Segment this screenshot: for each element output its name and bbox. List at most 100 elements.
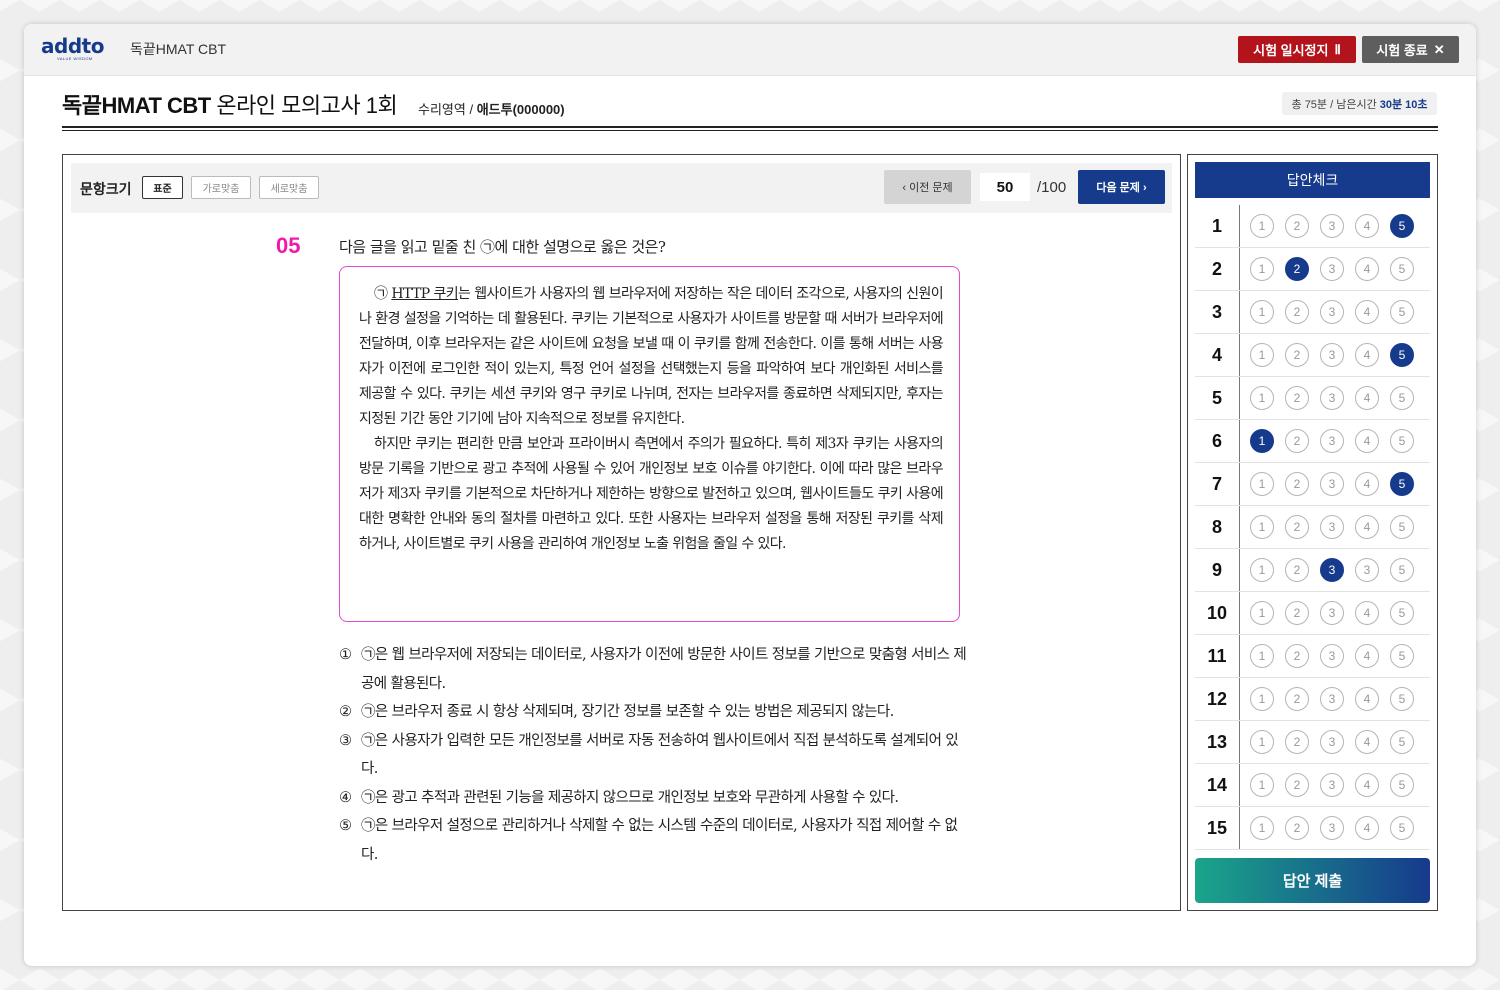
answer-option-bubble[interactable]: 1 [1250, 214, 1274, 238]
answer-option-bubble[interactable]: 1 [1250, 773, 1274, 797]
answer-option-bubble[interactable]: 3 [1320, 515, 1344, 539]
answer-option-bubble[interactable]: 2 [1285, 816, 1309, 840]
next-question-label: 다음 문제 [1096, 182, 1140, 194]
answer-option-bubble[interactable]: 1 [1250, 472, 1274, 496]
choice-item[interactable]: ⑤ ㉠은 브라우저 설정으로 관리하거나 삭제할 수 없는 시스템 수준의 데이터… [339, 812, 969, 869]
answer-option-bubble[interactable]: 1 [1250, 386, 1274, 410]
answer-row-number: 14 [1206, 775, 1228, 795]
answer-option-bubble[interactable]: 4 [1355, 644, 1379, 668]
answer-option-bubble[interactable]: 5 [1390, 773, 1414, 797]
next-question-button[interactable]: 다음 문제 › [1078, 170, 1165, 204]
answer-option-bubble[interactable]: 3 [1320, 773, 1344, 797]
answer-option-bubble[interactable]: 5 [1390, 472, 1414, 496]
answer-option-bubble[interactable]: 4 [1355, 730, 1379, 754]
answer-option-bubble[interactable]: 3 [1320, 601, 1344, 625]
answer-option-bubble[interactable]: 4 [1355, 257, 1379, 281]
answer-option-bubble[interactable]: 5 [1390, 429, 1414, 453]
answer-option-bubble[interactable]: 2 [1285, 644, 1309, 668]
answer-option-bubble[interactable]: 4 [1355, 214, 1379, 238]
answer-option-bubble[interactable]: 5 [1390, 644, 1414, 668]
answer-option-bubble[interactable]: 4 [1355, 687, 1379, 711]
answer-option-bubble[interactable]: 2 [1285, 472, 1309, 496]
cbt-window: addto VALUE WISDOM 독끝HMAT CBT 시험 일시정지 Ⅱ … [24, 24, 1476, 966]
answer-option-bubble[interactable]: 1 [1250, 687, 1274, 711]
answer-option-bubble[interactable]: 2 [1285, 773, 1309, 797]
answer-option-bubble[interactable]: 5 [1390, 515, 1414, 539]
answer-option-bubble[interactable]: 5 [1390, 214, 1414, 238]
choice-marker: ④ [339, 789, 352, 806]
answer-option-bubble[interactable]: 2 [1285, 515, 1309, 539]
size-fit-width-button[interactable]: 가로맞춤 [191, 176, 251, 199]
answer-option-bubble[interactable]: 2 [1285, 214, 1309, 238]
choice-text: ㉠은 광고 추적과 관련된 기능을 제공하지 않으므로 개인정보 보호와 무관하… [361, 789, 899, 806]
answer-option-bubble[interactable]: 4 [1355, 343, 1379, 367]
answer-option-bubble[interactable]: 3 [1355, 558, 1379, 582]
answer-option-bubble[interactable]: 3 [1320, 558, 1344, 582]
answer-option-bubble[interactable]: 4 [1355, 472, 1379, 496]
answer-row: 7 12345 [1195, 463, 1430, 506]
answer-option-bubble[interactable]: 1 [1250, 257, 1274, 281]
choice-item[interactable]: ④ ㉠은 광고 추적과 관련된 기능을 제공하지 않으므로 개인정보 보호와 무관… [339, 784, 969, 813]
answer-option-bubble[interactable]: 5 [1390, 816, 1414, 840]
answer-option-bubble[interactable]: 5 [1390, 730, 1414, 754]
answer-option-bubble[interactable]: 2 [1285, 730, 1309, 754]
answer-option-bubble[interactable]: 1 [1250, 515, 1274, 539]
answer-option-bubble[interactable]: 2 [1285, 386, 1309, 410]
answer-option-bubble[interactable]: 2 [1285, 558, 1309, 582]
choice-text: ㉠은 사용자가 입력한 모든 개인정보를 서버로 자동 전송하여 웹사이트에서 … [361, 732, 959, 778]
app-title: 독끝HMAT CBT [130, 41, 227, 57]
answer-row: 212345 [1195, 248, 1430, 291]
answer-option-bubble[interactable]: 1 [1250, 730, 1274, 754]
size-fit-height-button[interactable]: 세로맞춤 [259, 176, 319, 199]
answer-option-bubble[interactable]: 3 [1320, 730, 1344, 754]
answer-check-header: 답안체크 [1195, 162, 1430, 198]
answer-option-bubble[interactable]: 1 [1250, 300, 1274, 324]
answer-option-bubble[interactable]: 1 [1250, 558, 1274, 582]
answer-option-bubble[interactable]: 3 [1320, 644, 1344, 668]
answer-option-bubble[interactable]: 3 [1320, 472, 1344, 496]
answer-option-bubble[interactable]: 5 [1390, 257, 1414, 281]
answer-option-bubble[interactable]: 5 [1390, 601, 1414, 625]
answer-option-bubble[interactable]: 3 [1320, 429, 1344, 453]
choice-item[interactable]: ③ ㉠은 사용자가 입력한 모든 개인정보를 서버로 자동 전송하여 웹사이트에서… [339, 727, 969, 784]
answer-option-bubble[interactable]: 4 [1355, 601, 1379, 625]
answer-option-bubble[interactable]: 3 [1320, 257, 1344, 281]
choice-item[interactable]: ① ㉠은 웹 브라우저에 저장되는 데이터로, 사용자가 이전에 방문한 사이트 … [339, 641, 969, 698]
answer-option-bubble[interactable]: 2 [1285, 429, 1309, 453]
answer-option-bubble[interactable]: 3 [1320, 386, 1344, 410]
answer-option-bubble[interactable]: 3 [1320, 343, 1344, 367]
answer-option-bubble[interactable]: 2 [1285, 343, 1309, 367]
answer-option-bubble[interactable]: 4 [1355, 773, 1379, 797]
submit-answers-button[interactable]: 답안 제출 [1195, 858, 1430, 903]
answer-option-bubble[interactable]: 1 [1250, 343, 1274, 367]
answer-option-bubble[interactable]: 3 [1320, 214, 1344, 238]
answer-option-bubble[interactable]: 4 [1355, 515, 1379, 539]
answer-option-bubble[interactable]: 2 [1285, 300, 1309, 324]
pause-exam-button[interactable]: 시험 일시정지 Ⅱ [1238, 36, 1356, 63]
answer-option-bubble[interactable]: 5 [1390, 343, 1414, 367]
answer-option-bubble[interactable]: 4 [1355, 816, 1379, 840]
chevron-left-icon: ‹ [902, 182, 907, 194]
answer-option-bubble[interactable]: 1 [1250, 644, 1274, 668]
answer-option-bubble[interactable]: 4 [1355, 429, 1379, 453]
prev-question-button[interactable]: ‹ 이전 문제 [884, 170, 971, 204]
answer-option-bubble[interactable]: 5 [1390, 558, 1414, 582]
answer-option-bubble[interactable]: 2 [1285, 687, 1309, 711]
answer-option-bubble[interactable]: 5 [1390, 386, 1414, 410]
answer-option-bubble[interactable]: 1 [1250, 601, 1274, 625]
answer-option-bubble[interactable]: 4 [1355, 386, 1379, 410]
answer-option-bubble[interactable]: 2 [1285, 257, 1309, 281]
answer-option-bubble[interactable]: 4 [1355, 300, 1379, 324]
answer-option-bubble[interactable]: 5 [1390, 300, 1414, 324]
answer-option-bubble[interactable]: 3 [1320, 687, 1344, 711]
answer-option-bubble[interactable]: 3 [1320, 300, 1344, 324]
page-number-input[interactable] [980, 173, 1030, 201]
answer-option-bubble[interactable]: 1 [1250, 816, 1274, 840]
answer-option-bubble[interactable]: 3 [1320, 816, 1344, 840]
size-standard-button[interactable]: 표준 [142, 176, 183, 199]
answer-option-bubble[interactable]: 5 [1390, 687, 1414, 711]
choice-item[interactable]: ② ㉠은 브라우저 종료 시 항상 삭제되며, 장기간 정보를 보존할 수 있는 … [339, 698, 969, 727]
end-exam-button[interactable]: 시험 종료 ✕ [1362, 36, 1459, 63]
answer-option-bubble[interactable]: 1 [1250, 429, 1274, 453]
answer-option-bubble[interactable]: 2 [1285, 601, 1309, 625]
